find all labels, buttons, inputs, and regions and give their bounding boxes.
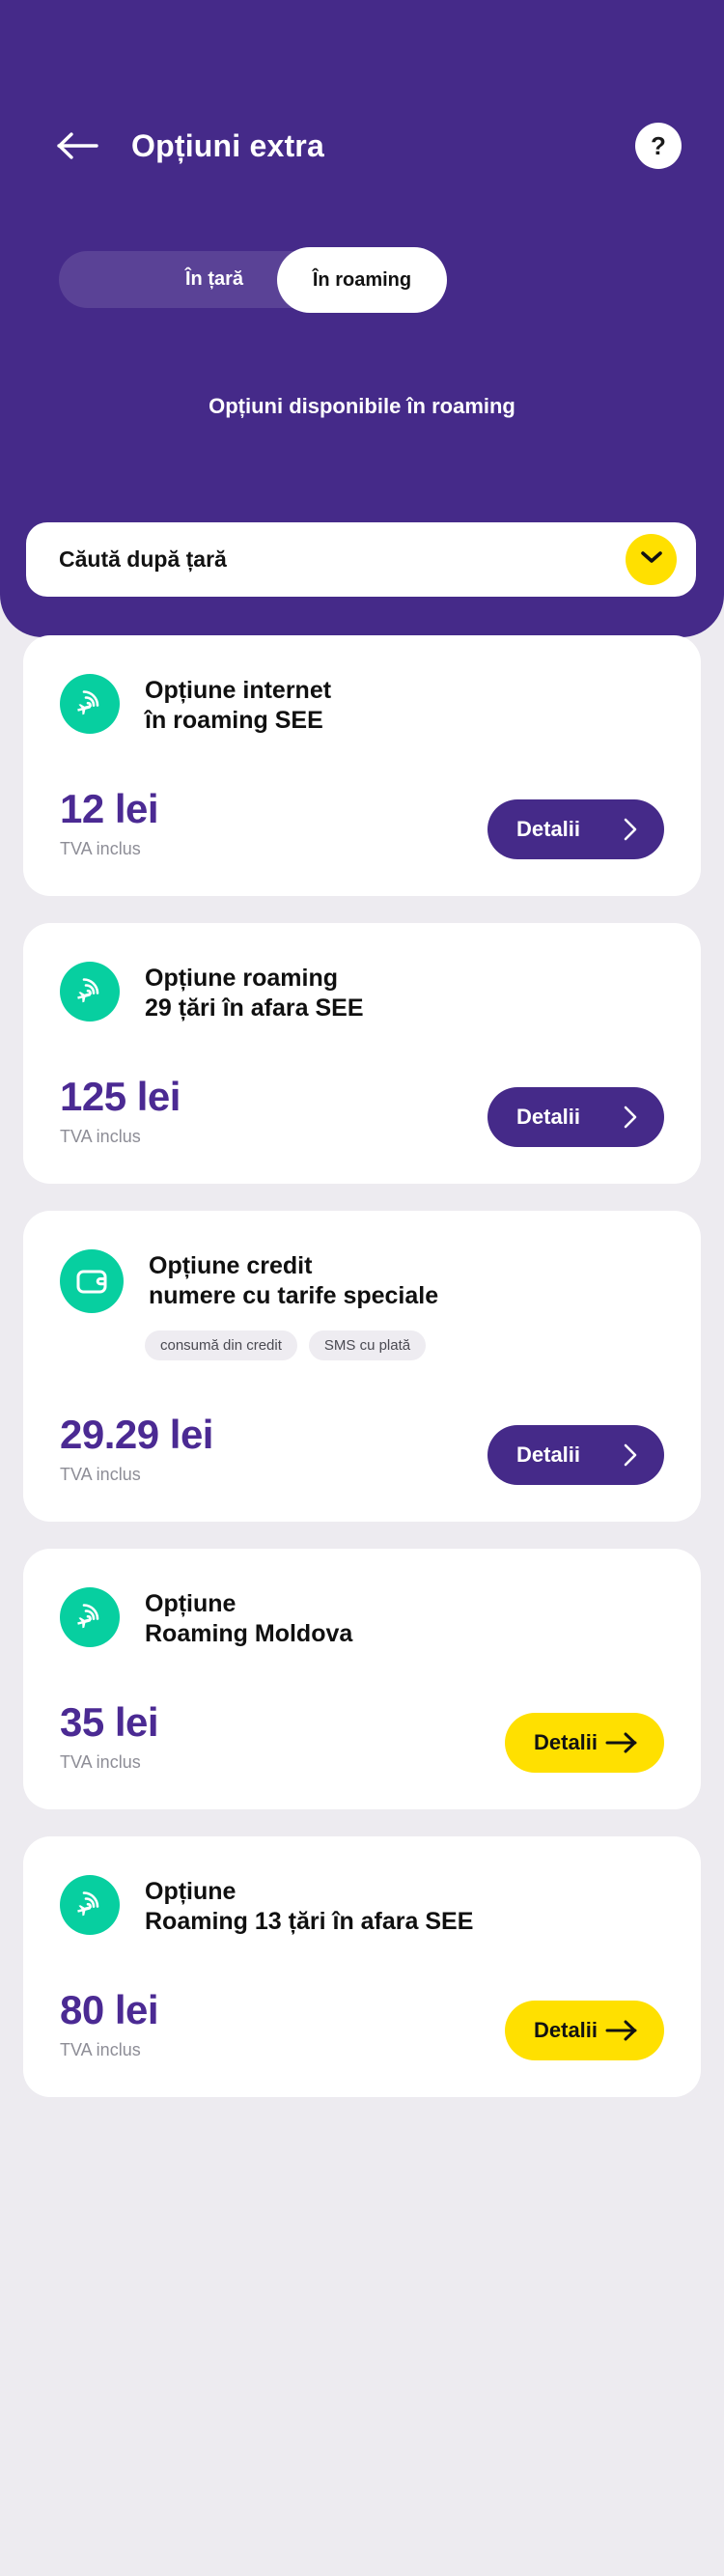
option-card-header: Opțiune Roaming Moldova: [60, 1587, 664, 1648]
wallet-icon: [60, 1249, 124, 1313]
option-card-title: Opțiune Roaming Moldova: [145, 1590, 353, 1647]
option-card-footer: 35 lei TVA inclus Detalii: [60, 1702, 664, 1773]
option-price: 80 lei: [60, 1987, 159, 2032]
roaming-plane-signal-icon: [60, 674, 120, 734]
option-card-footer: 80 lei TVA inclus Detalii: [60, 1990, 664, 2060]
tab-in-roaming-label: În roaming: [312, 268, 412, 291]
scope-tabs: În țară În roaming: [59, 247, 447, 313]
option-card-title: Opțiune internet în roaming SEE: [145, 677, 332, 734]
option-card-footer: 29.29 lei TVA inclus Detalii: [60, 1414, 664, 1485]
chevron-right-icon: [623, 1442, 638, 1468]
option-card-title: Opțiune credit numere cu tarife speciale: [149, 1252, 439, 1309]
chevron-down-icon: [640, 549, 663, 570]
options-card-list: Opțiune internet în roaming SEE 12 lei TVA…: [0, 635, 724, 2163]
option-card-header: Opțiune internet în roaming SEE: [60, 674, 664, 735]
chevron-right-icon: [623, 817, 638, 842]
option-price: 35 lei: [60, 1699, 159, 1745]
option-price: 29.29 lei: [60, 1412, 213, 1457]
option-price: 12 lei: [60, 786, 159, 831]
option-price-block: 80 lei TVA inclus: [60, 1987, 159, 2060]
option-card-footer: 125 lei TVA inclus Detalii: [60, 1077, 664, 1147]
country-search-expand-button[interactable]: [626, 534, 677, 585]
option-card-header: Opțiune credit numere cu tarife speciale: [60, 1249, 664, 1313]
details-button[interactable]: Detalii: [487, 1087, 664, 1147]
option-price-block: 12 lei TVA inclus: [60, 786, 159, 859]
tab-in-tara-label: În țară: [184, 268, 244, 290]
option-card[interactable]: Opțiune internet în roaming SEE 12 lei TVA…: [23, 635, 701, 896]
option-card[interactable]: Opțiune credit numere cu tarife speciale…: [23, 1211, 701, 1522]
option-price: 125 lei: [60, 1074, 181, 1119]
option-vat-note: TVA inclus: [60, 2040, 141, 2059]
details-button[interactable]: Detalii: [505, 2001, 664, 2060]
option-vat-note: TVA inclus: [60, 839, 141, 858]
option-card[interactable]: Opțiune Roaming Moldova 35 lei TVA inclus D…: [23, 1549, 701, 1809]
option-card-title: Opțiune Roaming 13 țări în afara SEE: [145, 1878, 474, 1935]
option-card-footer: 12 lei TVA inclus Detalii: [60, 789, 664, 859]
option-card-header: Opțiune roaming 29 țări în afara SEE: [60, 962, 664, 1022]
country-search-select[interactable]: Căută după țară: [26, 522, 696, 597]
option-card[interactable]: Opțiune roaming 29 țări în afara SEE 125 …: [23, 923, 701, 1184]
option-vat-note: TVA inclus: [60, 1752, 141, 1772]
option-tag: consumă din credit: [145, 1330, 297, 1360]
option-price-block: 125 lei TVA inclus: [60, 1077, 181, 1147]
details-button-label: Detalii: [534, 1730, 599, 1754]
country-search-label: Căută după țară: [59, 546, 227, 572]
arrow-right-icon: [605, 2020, 638, 2041]
arrow-left-icon: [57, 131, 99, 160]
roaming-plane-signal-icon: [60, 1587, 120, 1647]
details-button[interactable]: Detalii: [487, 1425, 664, 1485]
option-vat-note: TVA inclus: [60, 1127, 141, 1146]
help-button[interactable]: ?: [635, 123, 682, 169]
option-card-header: Opțiune Roaming 13 țări în afara SEE: [60, 1875, 664, 1936]
option-tag: SMS cu plată: [308, 1330, 427, 1360]
details-button[interactable]: Detalii: [505, 1713, 664, 1773]
option-price-block: 35 lei TVA inclus: [60, 1699, 159, 1773]
details-button[interactable]: Detalii: [487, 799, 664, 859]
roaming-plane-signal-icon: [60, 962, 120, 1022]
option-card-tag-list: consumă din credit SMS cu plată: [145, 1330, 664, 1360]
header-topbar: Opțiuni extra ?: [0, 114, 724, 178]
details-button-label: Detalii: [534, 2018, 599, 2042]
details-button-label: Detalii: [516, 1105, 581, 1129]
page-header: Opțiuni extra ? În țară În roaming Opțiu…: [0, 0, 724, 637]
option-vat-note: TVA inclus: [60, 1465, 141, 1484]
option-card-title: Opțiune roaming 29 țări în afara SEE: [145, 965, 364, 1022]
option-price-block: 29.29 lei TVA inclus: [60, 1414, 213, 1485]
chevron-right-icon: [623, 1105, 638, 1130]
arrow-right-icon: [605, 1732, 638, 1753]
roaming-plane-signal-icon: [60, 1875, 120, 1935]
details-button-label: Detalii: [516, 1442, 581, 1467]
details-button-label: Detalii: [516, 817, 581, 841]
option-card[interactable]: Opțiune Roaming 13 țări în afara SEE 80 l…: [23, 1836, 701, 2097]
back-button[interactable]: [52, 125, 104, 167]
page-title: Opțiuni extra: [131, 127, 324, 163]
section-subtitle: Opțiuni disponibile în roaming: [209, 394, 515, 418]
question-mark-icon: ?: [651, 130, 666, 160]
tab-in-roaming[interactable]: În roaming: [277, 247, 447, 313]
app-root: Opțiuni extra ? În țară În roaming Opțiu…: [0, 0, 724, 2576]
